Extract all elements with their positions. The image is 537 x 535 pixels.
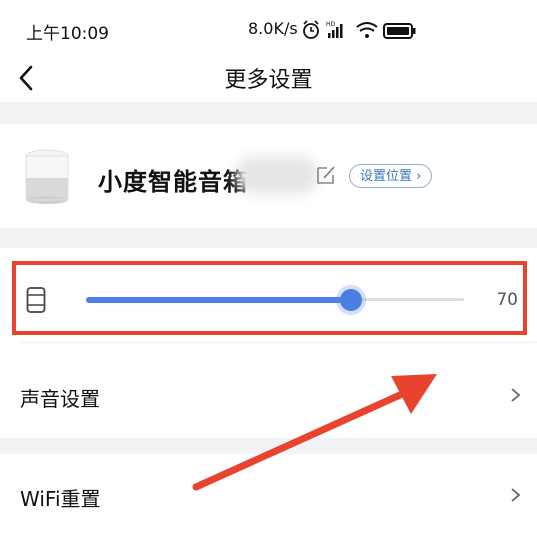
app-header: 更多设置 bbox=[0, 58, 537, 102]
set-location-label: 设置位置 bbox=[360, 169, 413, 184]
status-time: 上午10:09 bbox=[26, 24, 109, 44]
status-bar: 上午10:09 8.0K/s HD bbox=[0, 0, 537, 58]
chevron-right-icon bbox=[511, 488, 521, 502]
menu-item-wifi-reset[interactable]: WiFi重置 bbox=[0, 454, 537, 535]
chevron-right-icon: › bbox=[412, 169, 422, 184]
menu-item-label: 声音设置 bbox=[20, 387, 100, 411]
page-title: 更多设置 bbox=[224, 68, 313, 93]
network-speed: 8.0K/s bbox=[248, 19, 298, 38]
device-name: 小度智能音箱 bbox=[98, 168, 248, 196]
set-location-button[interactable]: 设置位置 › bbox=[349, 164, 433, 188]
signal-icon: HD bbox=[326, 21, 343, 38]
status-icons: HD bbox=[303, 20, 416, 39]
alarm-icon bbox=[303, 20, 319, 39]
divider bbox=[20, 342, 537, 343]
menu-item-sound-settings[interactable]: 声音设置 bbox=[0, 342, 537, 438]
chevron-right-icon bbox=[511, 388, 521, 402]
section-gap bbox=[0, 102, 537, 124]
volume-card: 70 bbox=[0, 248, 537, 342]
wifi-icon bbox=[356, 22, 378, 38]
section-gap bbox=[0, 438, 537, 454]
blurred-text bbox=[236, 156, 318, 194]
menu-item-label: WiFi重置 bbox=[20, 487, 101, 511]
highlight-box bbox=[12, 261, 527, 335]
edit-icon[interactable] bbox=[315, 164, 337, 186]
section-gap bbox=[0, 228, 537, 248]
battery-icon bbox=[383, 23, 416, 39]
smart-speaker-image bbox=[25, 149, 69, 204]
device-card: 小度智能音箱 设置位置 › bbox=[0, 124, 537, 228]
svg-text:HD: HD bbox=[326, 21, 336, 28]
